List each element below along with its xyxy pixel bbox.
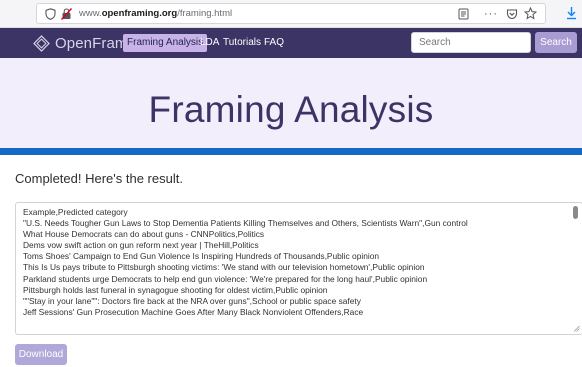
pocket-icon[interactable] (506, 8, 518, 20)
lock-insecure-icon[interactable] (61, 8, 72, 20)
result-line: Toms Shoes' Campaign to End Gun Violence… (23, 251, 380, 262)
result-line: Jeff Sessions' Gun Prosecution Machine G… (23, 306, 364, 317)
nav-item-framing-analysis[interactable]: Framing Analysis (123, 34, 208, 52)
download-button[interactable]: Download (15, 344, 67, 365)
result-textarea[interactable]: Example,Predicted category "U.S. Needs To… (15, 202, 582, 335)
bookmark-star-icon[interactable] (524, 7, 537, 20)
shield-icon[interactable] (45, 8, 56, 20)
more-actions-icon[interactable]: ··· (484, 8, 498, 20)
openframing-logo-icon (33, 34, 50, 52)
search-input[interactable] (411, 32, 531, 53)
result-line: Example,Predicted category (23, 207, 128, 217)
resize-grip-icon[interactable] (573, 325, 580, 332)
result-line: "U.S. Needs Tougher Gun Laws to Stop Dem… (23, 218, 468, 229)
site-navbar: OpenFraming Framing Analysis LDA Tutoria… (0, 28, 582, 58)
nav-item-lda[interactable]: LDA (200, 34, 219, 52)
status-message: Completed! Here's the result. (15, 171, 183, 186)
result-line: What House Democrats can do about guns -… (23, 229, 265, 240)
url-path: /framing.html (177, 8, 233, 19)
search-button[interactable]: Search (535, 32, 577, 53)
reader-view-icon[interactable] (458, 8, 469, 20)
downloads-arrow-icon[interactable] (566, 6, 577, 20)
result-lines: Example,Predicted category "U.S. Needs To… (23, 207, 573, 318)
url-domain: openframing.org (101, 8, 178, 19)
nav-item-tutorials[interactable]: Tutorials (223, 34, 261, 52)
browser-toolbar: www.openframing.org/framing.html ··· (0, 0, 582, 28)
result-line: Dems vow swift action on gun reform next… (23, 240, 259, 251)
accent-divider (0, 148, 582, 155)
result-line: Parkland students urge Democrats to help… (23, 273, 428, 284)
hero-banner: Framing Analysis (0, 58, 582, 148)
address-bar[interactable]: www.openframing.org/framing.html ··· (36, 3, 546, 24)
nav-item-faq[interactable]: FAQ (264, 34, 284, 52)
page-title: Framing Analysis (148, 89, 434, 130)
url-text[interactable]: www.openframing.org/framing.html (79, 8, 232, 19)
result-line: Pittsburgh holds last funeral in synagog… (23, 284, 328, 295)
result-line: This Is Us pays tribute to Pittsburgh sh… (23, 262, 425, 273)
result-line: ""Stay in your lane"": Doctors fire back… (23, 295, 361, 306)
scrollbar-thumb[interactable] (573, 206, 578, 219)
url-prefix: www. (79, 8, 102, 19)
